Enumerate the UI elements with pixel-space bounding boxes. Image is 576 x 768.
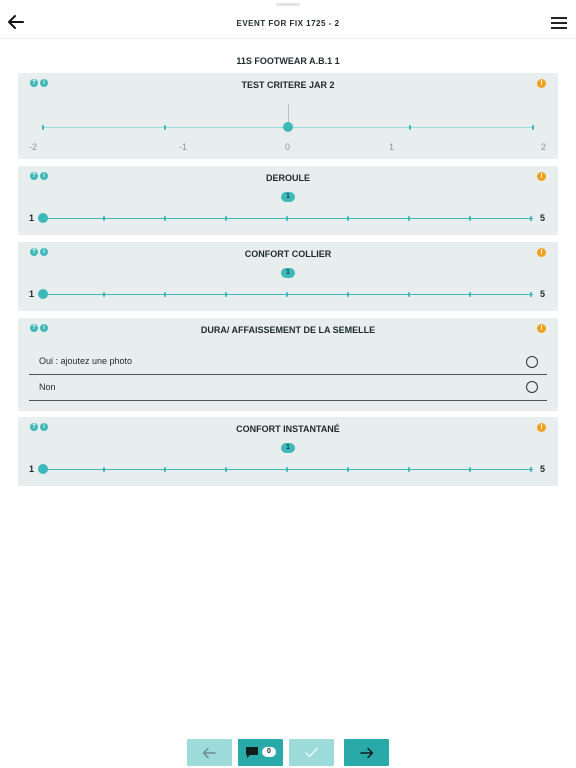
scale-min-label: 1 <box>29 289 35 299</box>
product-subtitle: 11S FOOTWEAR A.B.1 1 <box>236 56 340 66</box>
slider-track[interactable] <box>43 469 533 470</box>
slider-tick <box>103 467 105 472</box>
slider-tick <box>164 292 166 297</box>
criterion-card-confort-instantane: ? i CONFORT INSTANTANÉ ! 1 1 5 <box>18 417 558 486</box>
comments-button[interactable]: 0 <box>238 739 283 766</box>
option-divider <box>29 400 547 401</box>
tick-label: -1 <box>179 142 188 152</box>
scale-max-label: 5 <box>540 464 546 474</box>
slider-tick <box>286 467 288 472</box>
slider-knob[interactable] <box>38 289 48 299</box>
slider-tick <box>469 292 471 297</box>
slider-tick <box>164 216 166 221</box>
slider-tick <box>469 467 471 472</box>
comment-count-badge: 0 <box>262 747 276 757</box>
validate-button[interactable] <box>289 739 334 766</box>
criterion-title: DURA/ AFFAISSEMENT DE LA SEMELLE <box>200 325 376 335</box>
criterion-title: CONFORT INSTANTANÉ <box>236 424 340 434</box>
warning-icon: ! <box>537 172 546 181</box>
slider-track[interactable] <box>43 218 533 219</box>
scale-max-label: 5 <box>540 213 546 223</box>
criterion-card-dura-affaissement: ? i DURA/ AFFAISSEMENT DE LA SEMELLE ! O… <box>18 318 558 411</box>
slider-tick <box>469 216 471 221</box>
page-title: EVENT FOR FIX 1725 - 2 <box>236 19 340 28</box>
scale-min-label: 1 <box>29 213 35 223</box>
jar-slider-knob[interactable] <box>283 122 293 132</box>
tick-label: 2 <box>541 142 547 152</box>
comment-icon <box>246 747 258 758</box>
tick-label: -2 <box>29 142 38 152</box>
radio-oui[interactable] <box>526 356 538 368</box>
warning-icon: ! <box>537 324 546 333</box>
slider-tick <box>408 292 410 297</box>
slider-tick <box>530 292 532 297</box>
slider-tick <box>532 125 534 130</box>
criterion-card-confort-collier: ? i CONFORT COLLIER ! 1 1 5 <box>18 242 558 311</box>
slider-tick <box>103 292 105 297</box>
slider-tick <box>286 216 288 221</box>
slider-tick <box>225 216 227 221</box>
arrow-right-icon <box>360 747 374 759</box>
slider-value-bubble: 1 <box>281 192 295 202</box>
slider-tick <box>286 292 288 297</box>
criterion-title: DEROULE <box>265 173 310 183</box>
warning-icon: ! <box>537 423 546 432</box>
slider-tick <box>42 125 44 130</box>
slider-knob[interactable] <box>38 213 48 223</box>
slider-value-bubble: 1 <box>281 268 295 278</box>
slider-tick <box>347 292 349 297</box>
criterion-title: TEST CRITERE JAR 2 <box>241 80 335 90</box>
warning-icon: ! <box>537 248 546 257</box>
radio-non[interactable] <box>526 381 538 393</box>
slider-track[interactable] <box>43 294 533 295</box>
slider-tick <box>164 467 166 472</box>
previous-button[interactable] <box>187 739 232 766</box>
slider-tick <box>408 467 410 472</box>
slider-tick <box>530 216 532 221</box>
option-label-oui[interactable]: Oui : ajoutez une photo <box>39 356 132 366</box>
tick-label: 1 <box>389 142 395 152</box>
slider-tick <box>103 216 105 221</box>
slider-tick <box>347 216 349 221</box>
slider-tick <box>408 216 410 221</box>
slider-tick <box>225 292 227 297</box>
top-bar: EVENT FOR FIX 1725 - 2 <box>0 0 576 39</box>
next-button[interactable] <box>344 739 389 766</box>
slider-tick <box>530 467 532 472</box>
option-label-non[interactable]: Non <box>39 382 56 392</box>
arrow-left-icon <box>202 747 216 759</box>
check-icon <box>305 747 318 758</box>
scale-min-label: 1 <box>29 464 35 474</box>
tick-label: 0 <box>285 142 291 152</box>
slider-tick <box>347 467 349 472</box>
slider-tick <box>225 467 227 472</box>
slider-knob[interactable] <box>38 464 48 474</box>
option-divider <box>29 374 547 375</box>
hamburger-menu-icon[interactable] <box>551 17 567 29</box>
criterion-card-deroule: ? i DEROULE ! 1 1 5 <box>18 166 558 235</box>
warning-icon: ! <box>537 79 546 88</box>
criterion-card-test-critere-jar: ? i TEST CRITERE JAR 2 ! -2 -1 0 1 2 <box>18 73 558 159</box>
slider-tick <box>164 125 166 130</box>
slider-value-bubble: 1 <box>281 443 295 453</box>
slider-tick <box>409 125 411 130</box>
scale-max-label: 5 <box>540 289 546 299</box>
criterion-title: CONFORT COLLIER <box>244 249 332 259</box>
